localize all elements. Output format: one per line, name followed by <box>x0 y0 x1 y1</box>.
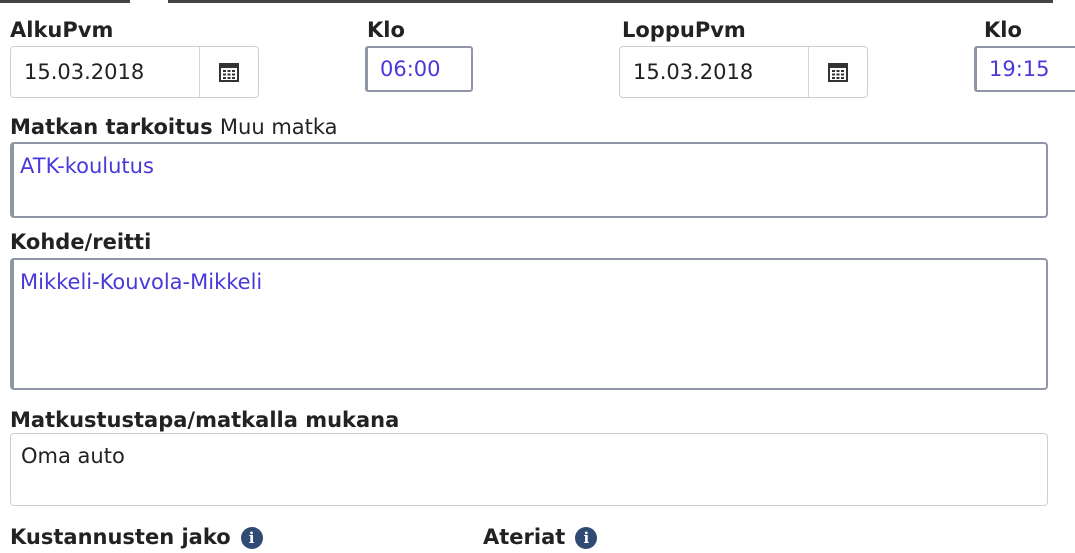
calendar-icon <box>828 63 848 82</box>
purpose-label-text: Matkan tarkoitus <box>10 115 213 139</box>
info-icon[interactable]: i <box>575 527 598 549</box>
end-date-input[interactable]: 15.03.2018 <box>619 46 809 98</box>
start-date-calendar-button[interactable] <box>199 46 259 98</box>
end-date-calendar-button[interactable] <box>808 46 868 98</box>
start-time-input[interactable]: 06:00 <box>365 46 473 92</box>
purpose-type-text: Muu matka <box>219 115 338 139</box>
purpose-label: Matkan tarkoitus Muu matka <box>10 115 338 139</box>
route-textarea[interactable]: Mikkeli-Kouvola-Mikkeli <box>10 258 1048 390</box>
route-label: Kohde/reitti <box>10 230 152 254</box>
meals-label: Ateriat i <box>483 525 598 549</box>
tab-underline <box>0 0 1075 4</box>
end-date-label: LoppuPvm <box>622 18 746 42</box>
travel-mode-label: Matkustustapa/matkalla mukana <box>10 408 400 432</box>
purpose-textarea[interactable]: ATK-koulutus <box>10 142 1048 218</box>
travel-mode-textarea[interactable]: Oma auto <box>10 433 1048 506</box>
tab-underline-left <box>0 0 130 3</box>
start-date-input[interactable]: 15.03.2018 <box>10 46 200 98</box>
cost-sharing-label-text: Kustannusten jako <box>10 525 231 549</box>
end-time-label: Klo <box>984 18 1022 42</box>
meals-label-text: Ateriat <box>483 525 566 549</box>
start-time-label: Klo <box>367 18 405 42</box>
info-icon[interactable]: i <box>240 527 263 549</box>
end-time-input[interactable]: 19:15 <box>974 46 1075 92</box>
cost-sharing-label: Kustannusten jako i <box>10 525 263 549</box>
start-date-label: AlkuPvm <box>10 18 114 42</box>
calendar-icon <box>219 63 239 82</box>
tab-underline-right <box>168 0 1053 3</box>
